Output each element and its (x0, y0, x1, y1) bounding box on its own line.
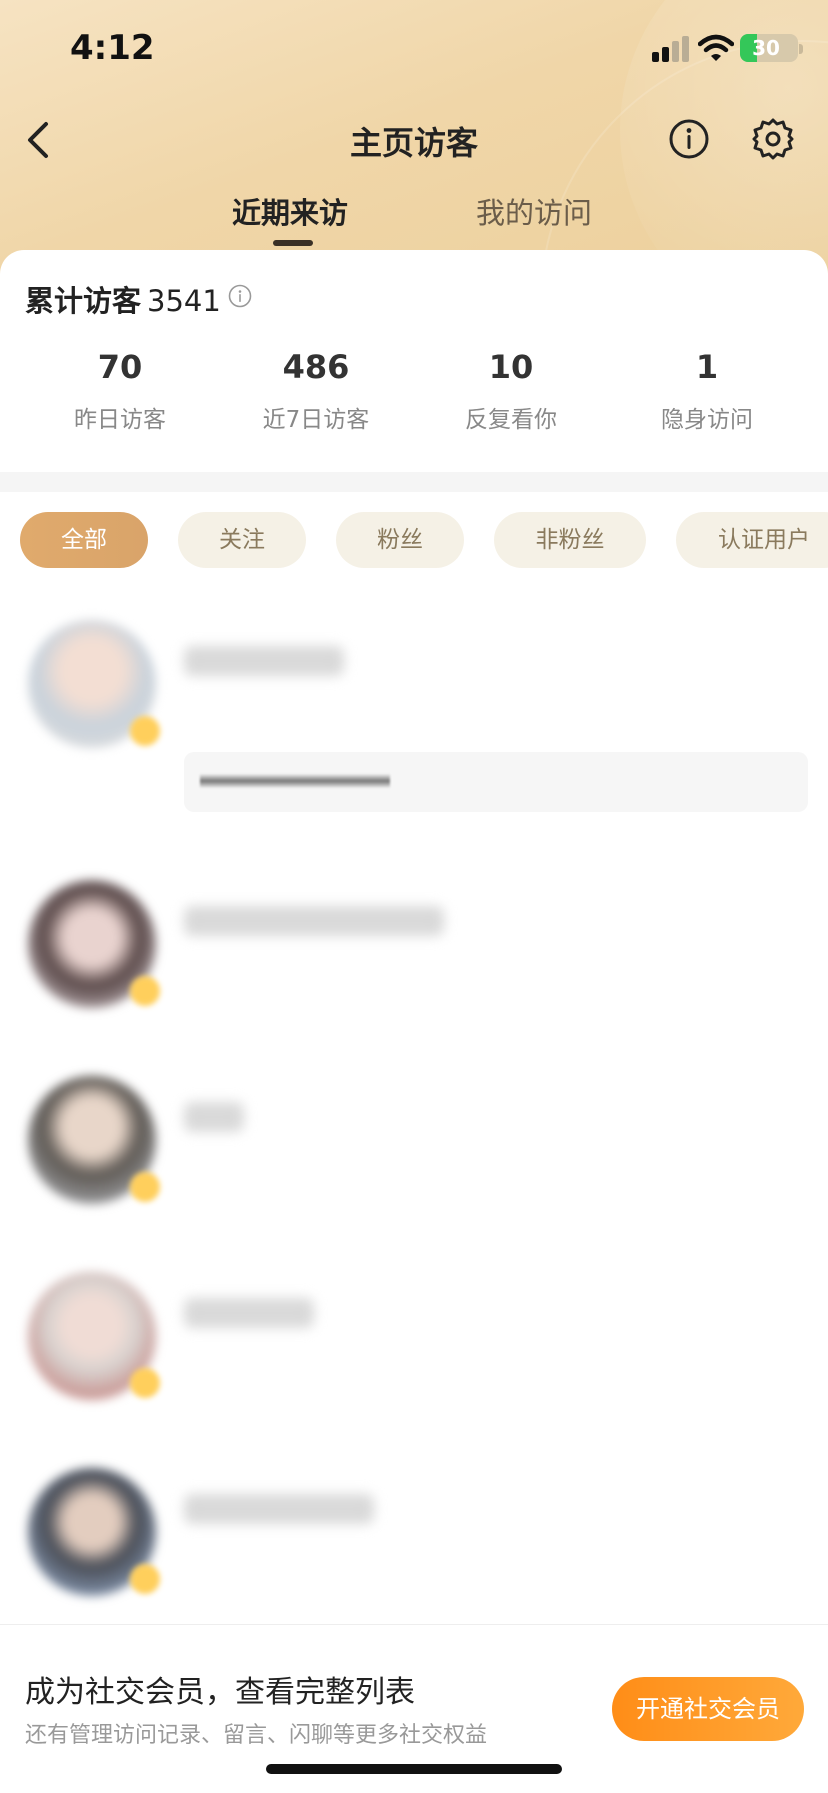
stat-value: 10 (488, 348, 534, 386)
vip-badge-icon (130, 1368, 160, 1398)
info-icon[interactable] (668, 118, 710, 160)
status-bar: 4:12 30 (0, 0, 828, 100)
active-tab-indicator (273, 240, 313, 246)
total-visitors-value: 3541 (147, 284, 221, 318)
stat-hidden-visits[interactable]: 1 隐身访问 (609, 348, 805, 434)
promo-subtitle: 还有管理访问记录、留言、闪聊等更多社交权益 (25, 1723, 488, 1748)
visitor-name-blurred (184, 1298, 314, 1328)
total-visitors: 累计访客 3541 (25, 278, 221, 320)
battery-cap (799, 44, 803, 54)
visitor-name-blurred (184, 1102, 244, 1132)
list-item[interactable] (0, 1252, 828, 1432)
visitor-name-blurred (184, 646, 344, 676)
navigation-bar: 主页访客 (0, 100, 828, 180)
visitor-summary-card: 累计访客 3541 70 昨日访客 486 近7日访客 10 反复看你 1 隐身访… (0, 250, 828, 472)
promo-title: 成为社交会员，查看完整列表 (25, 1675, 415, 1710)
stat-value: 486 (282, 348, 350, 386)
stat-label: 昨日访客 (74, 407, 166, 433)
gear-icon[interactable] (752, 118, 794, 160)
filter-following[interactable]: 关注 (178, 512, 306, 568)
info-icon[interactable] (228, 284, 252, 308)
stat-value: 70 (97, 348, 143, 386)
list-item[interactable] (0, 860, 828, 1040)
list-item[interactable] (0, 1448, 828, 1628)
vip-badge-icon (130, 1172, 160, 1202)
stat-yesterday[interactable]: 70 昨日访客 (22, 348, 218, 434)
visitor-message-blurred (184, 752, 808, 812)
open-membership-button[interactable]: 开通社交会员 (612, 1677, 804, 1741)
stat-repeat-viewers[interactable]: 10 反复看你 (413, 348, 609, 434)
vip-badge-icon (130, 1564, 160, 1594)
status-time: 4:12 (70, 28, 155, 68)
visitor-name-blurred (184, 1494, 374, 1524)
filter-chips: 全部 关注 粉丝 非粉丝 认证用户 (0, 512, 828, 568)
stat-label: 隐身访问 (661, 407, 753, 433)
filter-verified-users[interactable]: 认证用户 (676, 512, 828, 568)
tab-my-visits[interactable]: 我的访问 (476, 190, 592, 232)
wifi-icon (698, 34, 734, 61)
tab-bar: 近期来访 我的访问 (0, 186, 828, 246)
stat-label: 反复看你 (465, 407, 557, 433)
battery-percent: 30 (752, 36, 780, 60)
total-visitors-label: 累计访客 (25, 284, 142, 318)
stat-value: 1 (695, 348, 719, 386)
battery-indicator: 30 (740, 34, 798, 62)
list-item[interactable] (0, 1056, 828, 1236)
vip-badge-icon (130, 976, 160, 1006)
vip-badge-icon (130, 716, 160, 746)
filter-all[interactable]: 全部 (20, 512, 148, 568)
message-line (200, 774, 390, 788)
cellular-signal-icon (652, 36, 689, 62)
home-indicator[interactable] (266, 1764, 562, 1774)
tab-recent-visits[interactable]: 近期来访 (232, 190, 348, 232)
stat-label: 近7日访客 (262, 407, 370, 433)
section-divider (0, 472, 828, 492)
stat-last-7-days[interactable]: 486 近7日访客 (218, 348, 414, 434)
list-item[interactable] (0, 600, 828, 840)
filter-fans[interactable]: 粉丝 (336, 512, 464, 568)
visitor-name-blurred (184, 906, 444, 936)
filter-non-fans[interactable]: 非粉丝 (494, 512, 646, 568)
